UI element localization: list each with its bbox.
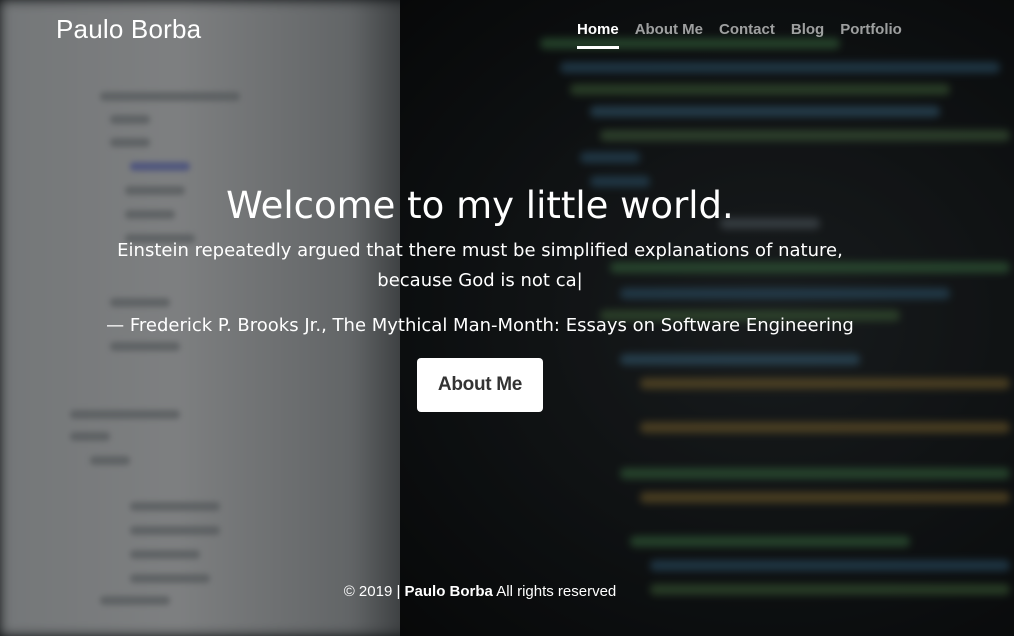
main-nav: Home About Me Contact Blog Portfolio [577,21,902,49]
footer-rights: All rights reserved [496,583,617,600]
page: Paulo Borba Home About Me Contact Blog P… [0,0,1014,636]
site-brand[interactable]: Paulo Borba [56,14,201,45]
nav-item-home[interactable]: Home [577,21,619,49]
hero-quote: Einstein repeatedly argued that there mu… [117,240,843,291]
nav-item-contact[interactable]: Contact [719,21,775,49]
hero-title: Welcome to my little world. [226,184,734,227]
nav-item-portfolio[interactable]: Portfolio [840,21,902,49]
nav-item-blog[interactable]: Blog [791,21,824,49]
nav-item-about-me[interactable]: About Me [635,21,703,49]
hero-quote-author: — Frederick P. Brooks Jr., The Mythical … [106,315,854,336]
about-me-button[interactable]: About Me [416,358,544,412]
footer: © 2019 | Paulo Borba All rights reserved [0,583,960,600]
footer-copyright: © 2019 | [343,583,401,600]
footer-owner: Paulo Borba [404,583,493,600]
hero-section: Welcome to my little world. Einstein rep… [0,182,960,412]
